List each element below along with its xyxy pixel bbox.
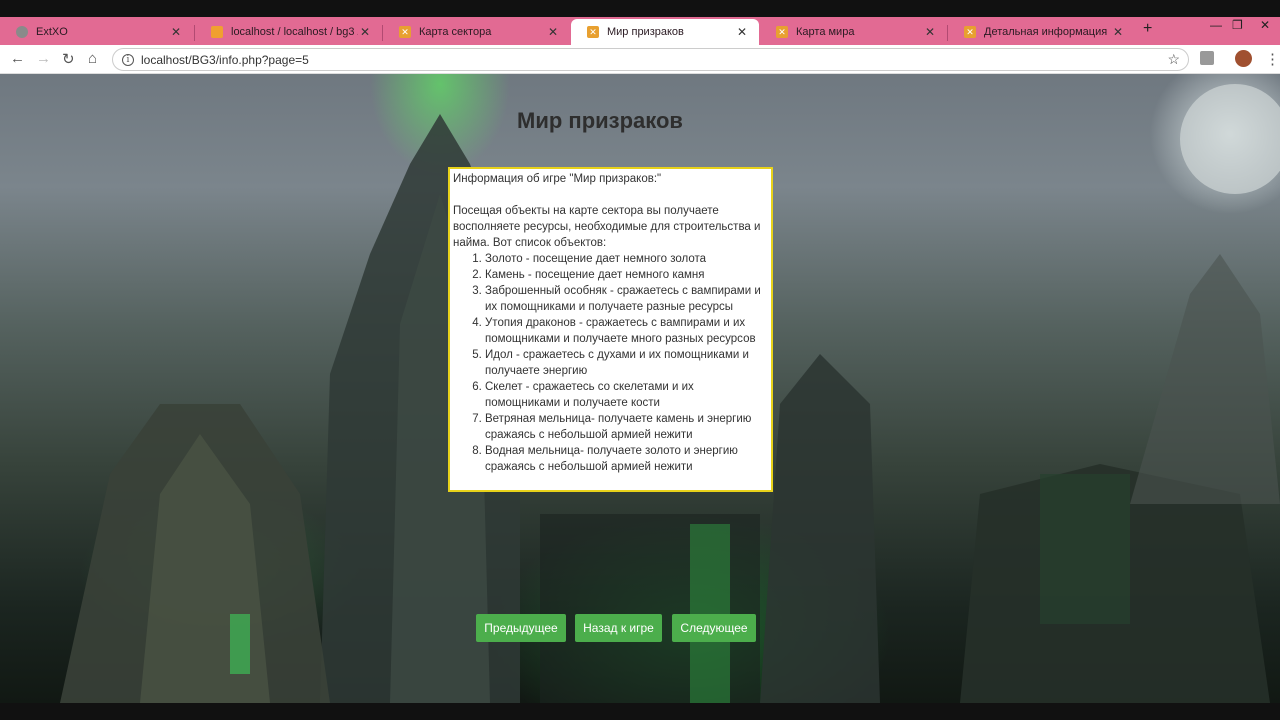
avatar[interactable]: [1235, 50, 1252, 67]
previous-button[interactable]: Предыдущее: [476, 614, 566, 642]
browser-toolbar: ← → ↻ ⌂ i localhost/BG3/info.php?page=5 …: [0, 45, 1280, 74]
tab-label: localhost / localhost / bg3 / t_m: [231, 26, 358, 38]
phpmyadmin-icon: [211, 26, 223, 38]
tab-label: ExtXO: [36, 26, 68, 38]
bookmark-star-icon[interactable]: ☆: [1167, 51, 1180, 68]
list-item: Водная мельница- получаете золото и энер…: [485, 443, 768, 475]
close-icon[interactable]: ✕: [358, 25, 372, 39]
tab-extxo[interactable]: ExtXO ✕: [0, 19, 193, 45]
list-item: Камень - посещение дает немного камня: [485, 267, 768, 283]
home-icon[interactable]: ⌂: [88, 50, 97, 67]
close-icon[interactable]: ✕: [546, 25, 560, 39]
window-top-strip: [0, 0, 1280, 17]
back-icon[interactable]: ←: [10, 50, 25, 67]
extension-icon[interactable]: [1200, 51, 1214, 65]
maximize-icon[interactable]: ❐: [1232, 18, 1243, 32]
forward-icon[interactable]: →: [36, 50, 51, 67]
tab-strip: ExtXO ✕ localhost / localhost / bg3 / t_…: [0, 17, 1280, 45]
list-item: Ветряная мельница- получаете камень и эн…: [485, 411, 768, 443]
list-item: Скелет - сражаетесь со скелетами и их по…: [485, 379, 768, 411]
close-icon[interactable]: ✕: [1111, 25, 1125, 39]
objects-list: Золото - посещение дает немного золота К…: [453, 251, 768, 475]
list-item: Утопия драконов - сражаетесь с вампирами…: [485, 315, 768, 347]
next-button[interactable]: Следующее: [672, 614, 756, 642]
info-icon[interactable]: i: [122, 53, 134, 66]
list-item: Заброшенный особняк - сражаетесь с вампи…: [485, 283, 768, 315]
tab-ghost-world[interactable]: ✕ Мир призраков ✕: [571, 19, 759, 45]
info-box: Информация об игре "Мир призраков:" Посе…: [448, 167, 773, 492]
game-icon: ✕: [776, 26, 788, 38]
list-item: Идол - сражаетесь с духами и их помощник…: [485, 347, 768, 379]
game-icon: ✕: [399, 26, 411, 38]
close-icon[interactable]: ✕: [735, 25, 749, 39]
tab-sector-map[interactable]: ✕ Карта сектора ✕: [383, 19, 570, 45]
description-text: Посещая объекты на карте сектора вы полу…: [453, 205, 761, 249]
close-icon[interactable]: ✕: [169, 25, 183, 39]
tab-label: Карта сектора: [419, 26, 492, 38]
back-to-game-button[interactable]: Назад к игре: [575, 614, 662, 642]
tab-label: Мир призраков: [607, 26, 684, 38]
reload-icon[interactable]: ↻: [62, 50, 75, 68]
page-background: Мир призраков Информация об игре "Мир пр…: [0, 74, 1280, 703]
close-icon[interactable]: ✕: [923, 25, 937, 39]
game-icon: ✕: [587, 26, 599, 38]
tab-label: Детальная информация: [984, 26, 1108, 38]
tab-world-map[interactable]: ✕ Карта мира ✕: [760, 19, 947, 45]
url-text[interactable]: localhost/BG3/info.php?page=5: [141, 53, 309, 67]
menu-icon[interactable]: ⋮: [1265, 50, 1280, 68]
game-icon: ✕: [964, 26, 976, 38]
window-close-icon[interactable]: ✕: [1260, 18, 1270, 32]
tab-details[interactable]: ✕ Детальная информация ✕: [948, 19, 1135, 45]
minimize-icon[interactable]: —: [1210, 18, 1222, 32]
intro-text: Информация об игре "Мир призраков:": [453, 173, 662, 185]
globe-icon: [16, 26, 28, 38]
new-tab-icon[interactable]: +: [1143, 20, 1152, 38]
window-bottom-strip: [0, 703, 1280, 720]
page-title: Мир призраков: [517, 108, 683, 133]
list-item: Золото - посещение дает немного золота: [485, 251, 768, 267]
tab-phpmyadmin[interactable]: localhost / localhost / bg3 / t_m ✕: [195, 19, 382, 45]
tab-label: Карта мира: [796, 26, 855, 38]
address-bar[interactable]: i localhost/BG3/info.php?page=5 ☆: [112, 48, 1189, 71]
